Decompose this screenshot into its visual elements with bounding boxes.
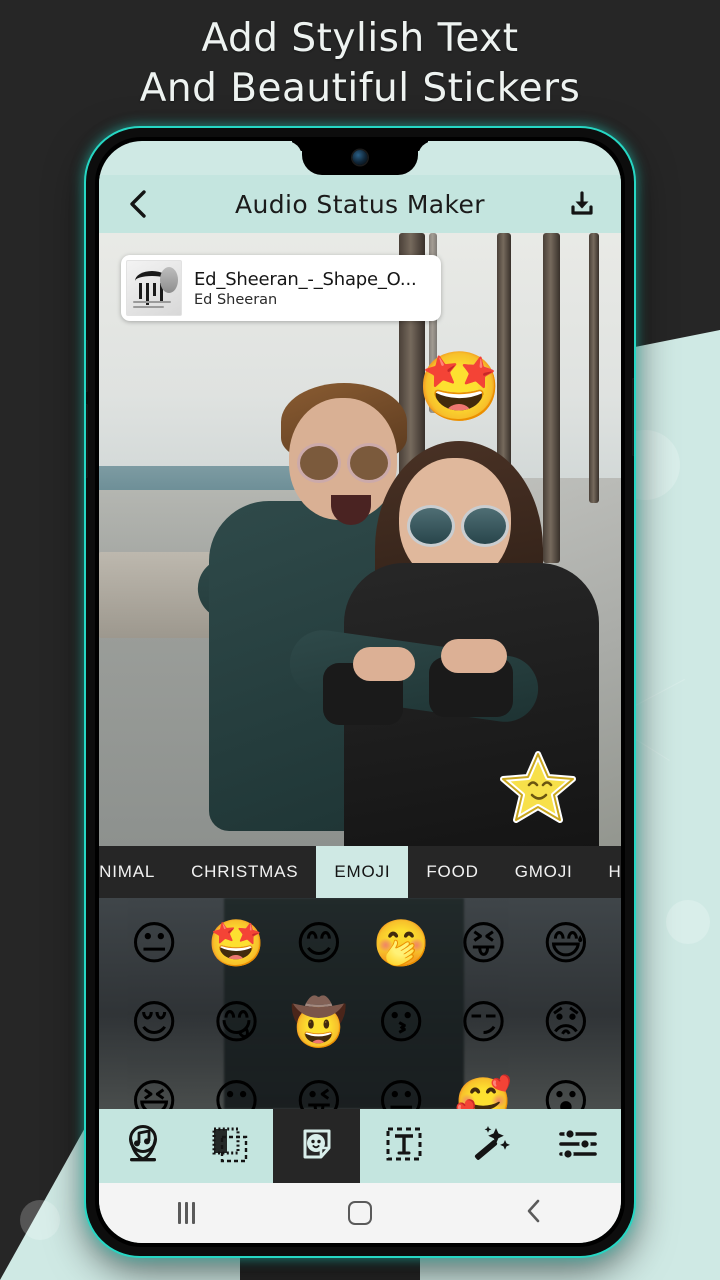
emoji-picker-panel[interactable]: 😐 🤩 😊 🤭 😝 😅 😌 😋 🤠 😗 😏 😟 😆 😶 😜 😐 🥰 😮 bbox=[99, 898, 621, 1109]
back-chevron-icon bbox=[525, 1198, 543, 1229]
sticker-tool-button[interactable] bbox=[273, 1109, 360, 1183]
star-struck-emoji-sticker[interactable]: 🤩 bbox=[417, 353, 502, 421]
page-title: Audio Status Maker bbox=[235, 189, 485, 219]
emoji-item[interactable]: 😆 bbox=[113, 1064, 195, 1110]
download-icon[interactable] bbox=[565, 190, 599, 218]
emoji-item[interactable]: 😏 bbox=[442, 985, 524, 1058]
song-card[interactable]: Ed_Sheeran_-_Shape_O... Ed Sheeran bbox=[121, 255, 441, 321]
emoji-item[interactable]: 😊 bbox=[278, 906, 360, 979]
emoji-item[interactable]: 😗 bbox=[360, 985, 442, 1058]
smiling-star-sticker[interactable] bbox=[499, 750, 577, 831]
headline-line-1: Add Stylish Text bbox=[201, 16, 519, 61]
text-tool-button[interactable] bbox=[360, 1109, 447, 1183]
home-icon bbox=[348, 1201, 372, 1225]
decor-circle-3 bbox=[666, 900, 710, 944]
home-button[interactable] bbox=[330, 1201, 390, 1225]
magic-wand-icon bbox=[469, 1122, 513, 1171]
android-navigation-bar[interactable] bbox=[99, 1183, 621, 1243]
tab-animal[interactable]: ANIMAL bbox=[99, 846, 173, 898]
effects-tool-button[interactable] bbox=[447, 1109, 534, 1183]
emoji-item[interactable]: 😐 bbox=[113, 906, 195, 979]
song-artist: Ed Sheeran bbox=[194, 291, 278, 308]
sticker-category-tabs[interactable]: ANIMAL CHRISTMAS EMOJI FOOD GMOJI H bbox=[99, 846, 621, 898]
headline-line-2: And Beautiful Stickers bbox=[139, 66, 581, 111]
emoji-item[interactable]: 😜 bbox=[278, 1064, 360, 1110]
power-button[interactable] bbox=[632, 378, 634, 456]
emoji-item[interactable]: 🥰 bbox=[442, 1064, 524, 1110]
back-button[interactable] bbox=[504, 1198, 564, 1229]
album-art-icon bbox=[126, 260, 182, 316]
emoji-item[interactable]: 😮 bbox=[525, 1064, 607, 1110]
camera-notch bbox=[302, 141, 418, 175]
emoji-item[interactable]: 🤭 bbox=[360, 906, 442, 979]
emoji-item[interactable]: 😝 bbox=[442, 906, 524, 979]
decor-circle-4 bbox=[20, 1200, 60, 1240]
recents-button[interactable] bbox=[156, 1202, 216, 1224]
sliders-icon bbox=[556, 1122, 600, 1171]
emoji-item[interactable]: 😟 bbox=[525, 985, 607, 1058]
frame-tool-button[interactable] bbox=[186, 1109, 273, 1183]
tab-gmoji[interactable]: GMOJI bbox=[497, 846, 591, 898]
recents-icon bbox=[177, 1202, 195, 1224]
song-title: Ed_Sheeran_-_Shape_O... bbox=[194, 268, 417, 290]
text-box-icon bbox=[382, 1122, 426, 1171]
tab-christmas[interactable]: CHRISTMAS bbox=[173, 846, 316, 898]
phone-bezel: Audio Status Maker Ed_Sheeran_-_Shape_O.… bbox=[95, 137, 625, 1247]
emoji-item[interactable]: 😌 bbox=[113, 985, 195, 1058]
volume-down-button[interactable] bbox=[86, 404, 88, 478]
emoji-grid[interactable]: 😐 🤩 😊 🤭 😝 😅 😌 😋 🤠 😗 😏 😟 😆 😶 😜 😐 🥰 😮 bbox=[99, 898, 621, 1110]
music-pin-icon bbox=[121, 1122, 165, 1171]
emoji-item[interactable]: 😶 bbox=[195, 1064, 277, 1110]
tab-h[interactable]: H bbox=[591, 846, 621, 898]
adjust-tool-button[interactable] bbox=[534, 1109, 621, 1183]
promo-headline: Add Stylish Text And Beautiful Stickers bbox=[0, 14, 720, 114]
emoji-item[interactable]: 🤩 bbox=[195, 906, 277, 979]
frame-layers-icon bbox=[208, 1122, 252, 1171]
photo-canvas[interactable]: Ed_Sheeran_-_Shape_O... Ed Sheeran 🤩 bbox=[99, 233, 621, 846]
emoji-item[interactable]: 😋 bbox=[195, 985, 277, 1058]
front-camera-icon bbox=[352, 150, 368, 165]
sticker-face-icon bbox=[295, 1122, 339, 1171]
back-icon[interactable] bbox=[121, 189, 155, 219]
phone-screen: Audio Status Maker Ed_Sheeran_-_Shape_O.… bbox=[99, 141, 621, 1243]
editor-toolbar[interactable] bbox=[99, 1109, 621, 1183]
tab-emoji[interactable]: EMOJI bbox=[316, 846, 409, 898]
app-header: Audio Status Maker bbox=[99, 175, 621, 233]
tab-food[interactable]: FOOD bbox=[408, 846, 496, 898]
emoji-item[interactable]: 😅 bbox=[525, 906, 607, 979]
volume-up-button[interactable] bbox=[86, 340, 88, 392]
emoji-item[interactable]: 😐 bbox=[360, 1064, 442, 1110]
emoji-item[interactable]: 🤠 bbox=[278, 985, 360, 1058]
audio-tool-button[interactable] bbox=[99, 1109, 186, 1183]
phone-mockup: Audio Status Maker Ed_Sheeran_-_Shape_O.… bbox=[86, 128, 634, 1256]
